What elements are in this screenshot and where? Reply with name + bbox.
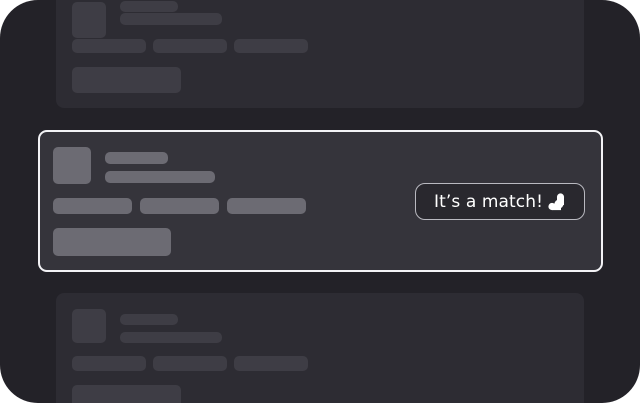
avatar-placeholder: [53, 147, 91, 184]
name-placeholder: [120, 314, 178, 325]
tag-placeholder-2: [153, 39, 227, 53]
candidate-card-bottom[interactable]: [56, 293, 584, 403]
tag-placeholder-2: [140, 198, 219, 214]
tag-placeholder-2: [153, 356, 227, 371]
action-placeholder: [53, 228, 171, 256]
name-placeholder: [105, 152, 168, 164]
action-placeholder: [72, 67, 181, 93]
subtitle-placeholder: [105, 171, 215, 183]
match-logo-icon: [548, 193, 565, 211]
avatar-placeholder: [72, 309, 106, 343]
subtitle-placeholder: [120, 332, 222, 343]
tag-placeholder-1: [53, 198, 132, 214]
name-placeholder: [120, 1, 178, 12]
avatar-placeholder: [72, 2, 106, 38]
tag-placeholder-1: [72, 356, 146, 371]
tag-placeholder-1: [72, 39, 146, 53]
action-placeholder: [72, 385, 181, 403]
match-badge-label: It’s a match!: [434, 191, 544, 212]
tag-placeholder-3: [227, 198, 306, 214]
subtitle-placeholder: [120, 13, 222, 25]
candidate-card-top[interactable]: [56, 0, 584, 108]
tag-placeholder-3: [234, 39, 308, 53]
app-frame: It’s a match!: [0, 0, 640, 403]
tag-placeholder-3: [234, 356, 308, 371]
